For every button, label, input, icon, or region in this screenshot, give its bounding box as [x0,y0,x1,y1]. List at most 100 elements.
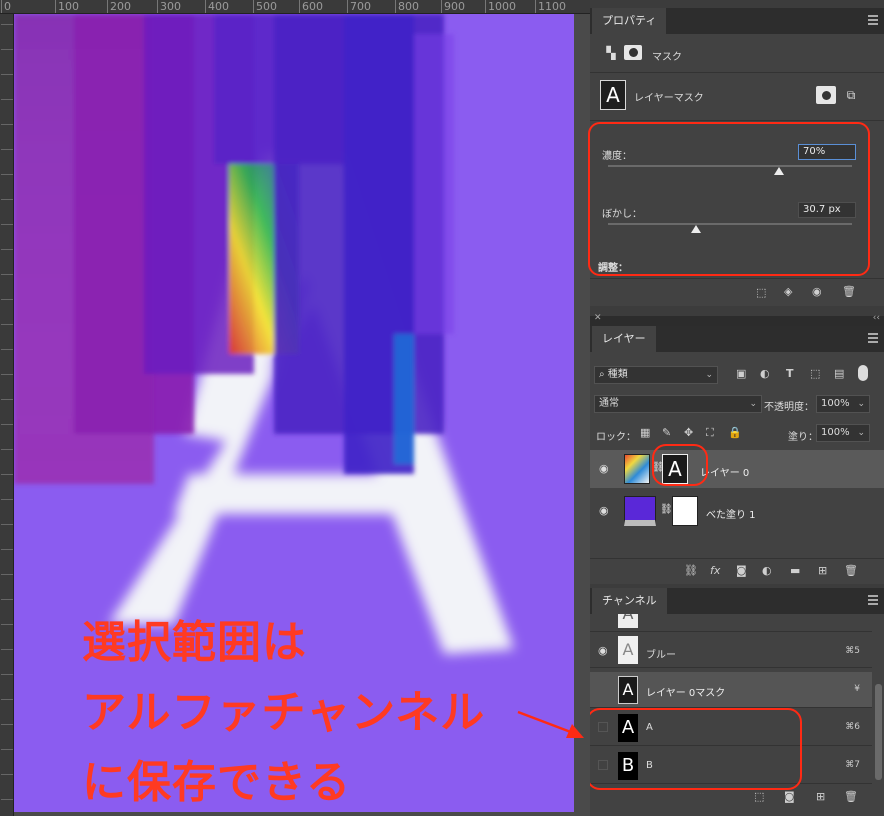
tab-layers[interactable]: レイヤー [592,326,656,352]
panel-menu-icon[interactable] [868,595,878,605]
trash-icon[interactable]: 🗑 [844,564,858,577]
ruler-tick-mark [1,124,13,125]
fx-icon[interactable]: fx [710,564,720,577]
ruler-tick-mark [1,699,13,700]
channels-panel: A ◉ A ブルー ⌘5 A レイヤー 0マスク ¥ A A ⌘6 B B ⌘7 [590,614,884,816]
load-channel-selection-icon[interactable]: ⬚ [754,790,764,803]
search-icon: ⌕ [599,369,608,380]
mask-link-icon[interactable]: ⛓ [660,504,673,515]
ruler-tick: 1100 [535,0,566,13]
channel-thumbnail: A [618,676,638,704]
lock-position-icon[interactable]: ✥ [684,426,693,439]
ruler-tick-mark [1,574,13,575]
document-canvas[interactable]: 選択範囲は アルファチャンネル に保存できる [14,14,574,812]
save-selection-channel-icon[interactable]: ◙ [784,790,795,803]
filter-smart-object-icon[interactable]: ▤ [834,367,844,380]
ruler-tick-mark [1,274,13,275]
ruler-tick-mark [1,774,13,775]
add-vector-mask-icon[interactable]: ⧉ [843,86,859,104]
layer-row-fill-1[interactable]: ◉ ⛓ べた塗り 1 [590,492,884,530]
mask-icon[interactable] [624,45,642,60]
right-panel-dock: プロパティ ▚ マスク A レイヤーマスク ⧉ 濃度： 70% ぼかし： 30.… [588,0,884,816]
layer-0-thumbnail [624,454,650,484]
properties-panel: ▚ マスク A レイヤーマスク ⧉ 濃度： 70% ぼかし： 30.7 px 調… [588,34,884,306]
blend-mode-value: 通常 [599,398,619,409]
fill-layer-mask-thumbnail[interactable] [672,496,698,526]
ruler-tick-mark [1,174,13,175]
fill-label: 塗り： [788,432,818,443]
ruler-tick-mark [1,374,13,375]
channels-scrollbar[interactable] [875,684,882,780]
tab-channels[interactable]: チャンネル [592,588,667,614]
lock-paint-icon[interactable]: ✎ [662,426,671,439]
channel-name: ブルー [646,650,676,661]
ruler-tick-mark [1,349,13,350]
new-channel-icon[interactable]: ⊞ [816,790,825,803]
layer-name: べた塗り 1 [706,510,756,521]
ruler-tick: 800 [395,0,419,13]
apply-mask-icon[interactable]: ◈ [784,285,792,298]
trash-icon[interactable]: 🗑 [844,790,858,803]
filter-type-icon[interactable]: T [786,367,794,380]
ruler-tick-mark [1,449,13,450]
channel-shortcut: ⌘6 [845,722,860,732]
channel-row-layer-mask[interactable]: A レイヤー 0マスク ¥ [590,672,872,708]
mask-label: マスク [652,52,682,63]
annotation-highlight-box [590,708,802,790]
ruler-tick-mark [1,724,13,725]
lock-artboard-icon[interactable]: ⛶ [706,426,714,440]
channel-shortcut: ¥ [854,684,860,694]
pixel-mask-icon[interactable]: ▚ [604,46,618,60]
filter-adjustment-icon[interactable]: ◐ [760,367,770,380]
layer-visibility-eye-icon[interactable]: ◉ [599,504,609,517]
panel-menu-icon[interactable] [868,333,878,343]
blend-mode-dropdown[interactable]: 通常 ⌄ [594,395,762,413]
load-selection-icon[interactable]: ⬚ [756,286,766,299]
panel-menu-icon[interactable] [868,15,878,25]
link-layers-icon[interactable]: ⛓ [684,564,698,577]
chevron-down-icon: ⌄ [705,370,713,380]
layer-row-layer-0[interactable]: ◉ ⛓ A レイヤー 0 [590,444,884,488]
ruler-tick-mark [1,324,13,325]
channel-visibility-checkbox[interactable] [598,684,608,694]
opacity-input[interactable]: 100% ⌄ [816,395,870,413]
trash-icon[interactable]: 🗑 [842,285,856,298]
new-layer-icon[interactable]: ⊞ [818,564,827,577]
channel-thumbnail: A [618,636,638,664]
ruler-tick: 600 [299,0,323,13]
ruler-tick: 0 [1,0,11,13]
channel-row-blue[interactable]: ◉ A ブルー ⌘5 [590,632,872,668]
layer-mask-label: レイヤーマスク [634,93,704,104]
lock-all-icon[interactable]: 🔒 [728,426,742,439]
horizontal-ruler: 0 100 200 300 400 500 600 700 800 900 10… [0,0,590,14]
annotation-caption: 選択範囲は アルファチャンネル に保存できる [82,608,485,812]
fill-layer-thumbnail [624,496,656,526]
filter-shape-icon[interactable]: ⬚ [810,367,820,380]
new-adjustment-icon[interactable]: ◐ [762,564,772,577]
new-group-folder-icon[interactable]: ▬ [790,564,800,577]
filter-kind-value: 種類 [607,369,628,380]
ruler-tick-mark [1,649,13,650]
filter-toggle-icon[interactable] [858,365,868,381]
ruler-tick-mark [1,624,13,625]
fill-input[interactable]: 100% ⌄ [816,424,870,442]
channel-name: レイヤー 0マスク [646,688,726,699]
layer-visibility-eye-icon[interactable]: ◉ [599,462,609,475]
layer-filter-dropdown[interactable]: ⌕ 種類 ⌄ [594,366,718,384]
add-mask-icon[interactable]: ◙ [736,564,747,577]
tab-properties[interactable]: プロパティ [592,8,667,34]
ruler-tick-mark [1,549,13,550]
select-pixel-mask-icon[interactable] [816,86,836,104]
lock-label: ロック： [596,432,636,443]
opacity-value: 100% [821,398,850,409]
channel-row[interactable]: A [590,614,872,632]
ruler-tick-mark [1,524,13,525]
visibility-eye-icon[interactable]: ◉ [812,285,822,298]
caption-line: アルファチャンネル [82,687,486,738]
ruler-tick: 200 [107,0,131,13]
ruler-tick: 300 [157,0,181,13]
ruler-tick-mark [1,224,13,225]
lock-transparent-icon[interactable]: ▦ [640,426,650,439]
filter-pixel-icon[interactable]: ▣ [736,367,746,380]
channel-visibility-eye-icon[interactable]: ◉ [598,644,608,657]
